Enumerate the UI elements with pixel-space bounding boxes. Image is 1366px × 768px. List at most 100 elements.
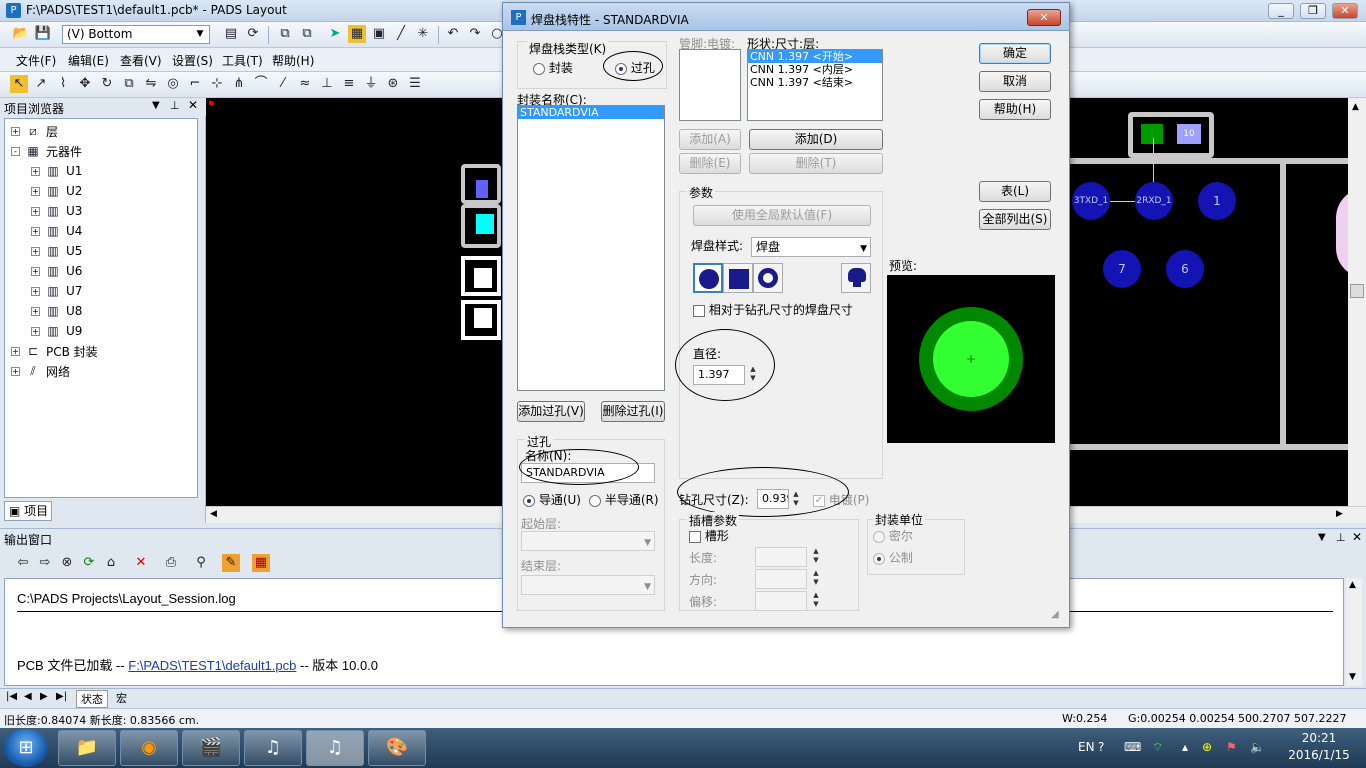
- close-button[interactable]: ✕: [1332, 3, 1358, 19]
- wave-icon[interactable]: ≈: [296, 75, 314, 93]
- save-icon[interactable]: 💾: [34, 25, 52, 43]
- volume-icon[interactable]: 🔈: [1250, 740, 1265, 754]
- expand-icon[interactable]: +: [31, 306, 40, 316]
- list-icon[interactable]: ☰: [406, 75, 424, 93]
- file-link[interactable]: F:\PADS\TEST1\default1.pcb: [128, 658, 296, 673]
- close-icon[interactable]: ✕: [188, 98, 198, 112]
- pad-blue[interactable]: [476, 180, 488, 198]
- plus-icon[interactable]: ⊕: [1202, 740, 1212, 754]
- unit-mil-radio[interactable]: 密尔: [873, 527, 913, 544]
- pin-list[interactable]: [679, 49, 741, 121]
- split-icon[interactable]: ⋔: [230, 75, 248, 93]
- shape-list[interactable]: CNN 1.397 <开始> CNN 1.397 <内层> CNN 1.397 …: [747, 49, 883, 121]
- tree-item-u7[interactable]: + ▥ U7: [31, 281, 82, 301]
- arc-icon[interactable]: ⌒: [252, 75, 270, 93]
- prev-icon[interactable]: ◀: [24, 691, 32, 702]
- expand-icon[interactable]: +: [31, 226, 40, 236]
- table-button[interactable]: 表(L): [979, 181, 1051, 202]
- slot-direction-spinner[interactable]: ▲ ▼: [811, 569, 821, 587]
- shape-round-button[interactable]: [693, 263, 723, 293]
- shape-annular-button[interactable]: [753, 263, 783, 293]
- tree-item-pcb-decals[interactable]: + ⊏ PCB 封装: [11, 341, 98, 361]
- expand-icon[interactable]: +: [11, 366, 20, 376]
- scroll-right-icon[interactable]: ▶: [1336, 509, 1343, 519]
- dialog-close-button[interactable]: ✕: [1027, 9, 1061, 26]
- pin-icon[interactable]: ⊥: [170, 99, 180, 112]
- tab-status[interactable]: 状态: [76, 690, 108, 708]
- relative-size-checkbox[interactable]: 相对于钻孔尺寸的焊盘尺寸: [693, 301, 853, 318]
- explorer-taskbar-icon[interactable]: 📁: [58, 730, 116, 766]
- ground-icon[interactable]: ⏚: [362, 75, 380, 93]
- pads-layout-taskbar-icon[interactable]: ♫: [306, 730, 364, 766]
- paste-icon[interactable]: ⧉: [298, 25, 316, 43]
- slot-length-field[interactable]: [755, 547, 807, 567]
- tree-item-u2[interactable]: + ▥ U2: [31, 181, 82, 201]
- arrow-icon[interactable]: ↗: [32, 75, 50, 93]
- menu-tools[interactable]: 工具(T): [222, 52, 263, 69]
- stack-icon[interactable]: ≡: [340, 75, 358, 93]
- start-layer-select[interactable]: ▼: [521, 531, 655, 551]
- route-icon[interactable]: ➤: [326, 25, 344, 43]
- pin-icon[interactable]: ⊥: [1336, 531, 1346, 544]
- pad-green[interactable]: [1141, 124, 1163, 144]
- collapse-icon[interactable]: -: [11, 146, 20, 156]
- dropdown-icon[interactable]: ▼: [152, 100, 160, 111]
- list-all-button[interactable]: 全部列出(S): [979, 209, 1051, 230]
- unit-metric-radio[interactable]: 公制: [873, 549, 913, 566]
- dropdown-icon[interactable]: ▼: [1318, 532, 1326, 543]
- scroll-thumb[interactable]: [1350, 284, 1364, 298]
- refresh-icon[interactable]: ⟳: [244, 25, 262, 43]
- measure-icon[interactable]: ⊹: [208, 75, 226, 93]
- cancel-button[interactable]: 取消: [979, 71, 1051, 92]
- draw-line-icon[interactable]: ╱: [392, 25, 410, 43]
- move-icon[interactable]: ✥: [76, 75, 94, 93]
- refresh-icon[interactable]: ⟳: [80, 554, 98, 572]
- tree-item-u9[interactable]: + ▥ U9: [31, 321, 82, 341]
- scroll-left-icon[interactable]: ◀: [210, 509, 217, 519]
- next-icon[interactable]: ▶: [40, 691, 48, 702]
- close-icon[interactable]: ✕: [1352, 530, 1362, 544]
- resize-grip-icon[interactable]: ◢: [1051, 609, 1059, 620]
- back-icon[interactable]: ⇦: [14, 554, 32, 572]
- slot-offset-spinner[interactable]: ▲ ▼: [811, 591, 821, 609]
- tab-project[interactable]: ▣ 项目: [4, 501, 52, 521]
- corner-icon[interactable]: ⌐: [186, 75, 204, 93]
- scroll-up-icon[interactable]: ▲: [1352, 102, 1359, 112]
- copy-icon[interactable]: ⧉: [276, 25, 294, 43]
- delete-shape-button[interactable]: 删除(T): [749, 153, 883, 174]
- slot-direction-field[interactable]: [755, 569, 807, 589]
- decal-name-list[interactable]: STANDARDVIA: [517, 105, 665, 391]
- expand-icon[interactable]: +: [31, 286, 40, 296]
- pads-logic-taskbar-icon[interactable]: ♫: [244, 730, 302, 766]
- paint-taskbar-icon[interactable]: 🎨: [368, 730, 426, 766]
- expand-icon[interactable]: +: [31, 246, 40, 256]
- add-via-button[interactable]: 添加过孔(V): [517, 401, 585, 422]
- slash-icon[interactable]: ⁄: [274, 75, 292, 93]
- undo-icon[interactable]: ↶: [444, 25, 462, 43]
- redo-icon[interactable]: ↷: [466, 25, 484, 43]
- layer-select[interactable]: (V) Bottom ▼: [62, 25, 210, 44]
- select-arrow-icon[interactable]: ↖: [10, 75, 28, 93]
- expand-icon[interactable]: +: [11, 346, 20, 356]
- tree-item-layers[interactable]: + ⧄ 层: [11, 121, 58, 141]
- scroll-down-icon[interactable]: ▼: [1349, 672, 1356, 682]
- tray-expand-icon[interactable]: ▴: [1182, 740, 1188, 754]
- menu-help[interactable]: 帮助(H): [272, 52, 314, 69]
- star-icon[interactable]: ✳: [414, 25, 432, 43]
- canvas-vertical-scrollbar[interactable]: ▲: [1348, 98, 1366, 506]
- tree-item-components[interactable]: - ▦ 元器件: [11, 141, 82, 161]
- glue-icon[interactable]: ⊛: [384, 75, 402, 93]
- pad-round[interactable]: 6: [1166, 250, 1204, 288]
- pad-round[interactable]: 1: [1198, 182, 1236, 220]
- media-taskbar-icon[interactable]: 🎬: [182, 730, 240, 766]
- menu-view[interactable]: 查看(V): [120, 52, 162, 69]
- end-layer-select[interactable]: ▼: [521, 575, 655, 595]
- help-icon[interactable]: ?: [1098, 740, 1104, 754]
- list-item[interactable]: STANDARDVIA: [518, 106, 664, 119]
- delete-pin-button[interactable]: 删除(E): [679, 153, 741, 174]
- forward-icon[interactable]: ⇨: [36, 554, 54, 572]
- add-pin-button[interactable]: 添加(A): [679, 129, 741, 150]
- expand-icon[interactable]: +: [11, 126, 20, 136]
- pad-round[interactable]: 3TXD_1: [1072, 182, 1110, 220]
- browser-taskbar-icon[interactable]: ◉: [120, 730, 178, 766]
